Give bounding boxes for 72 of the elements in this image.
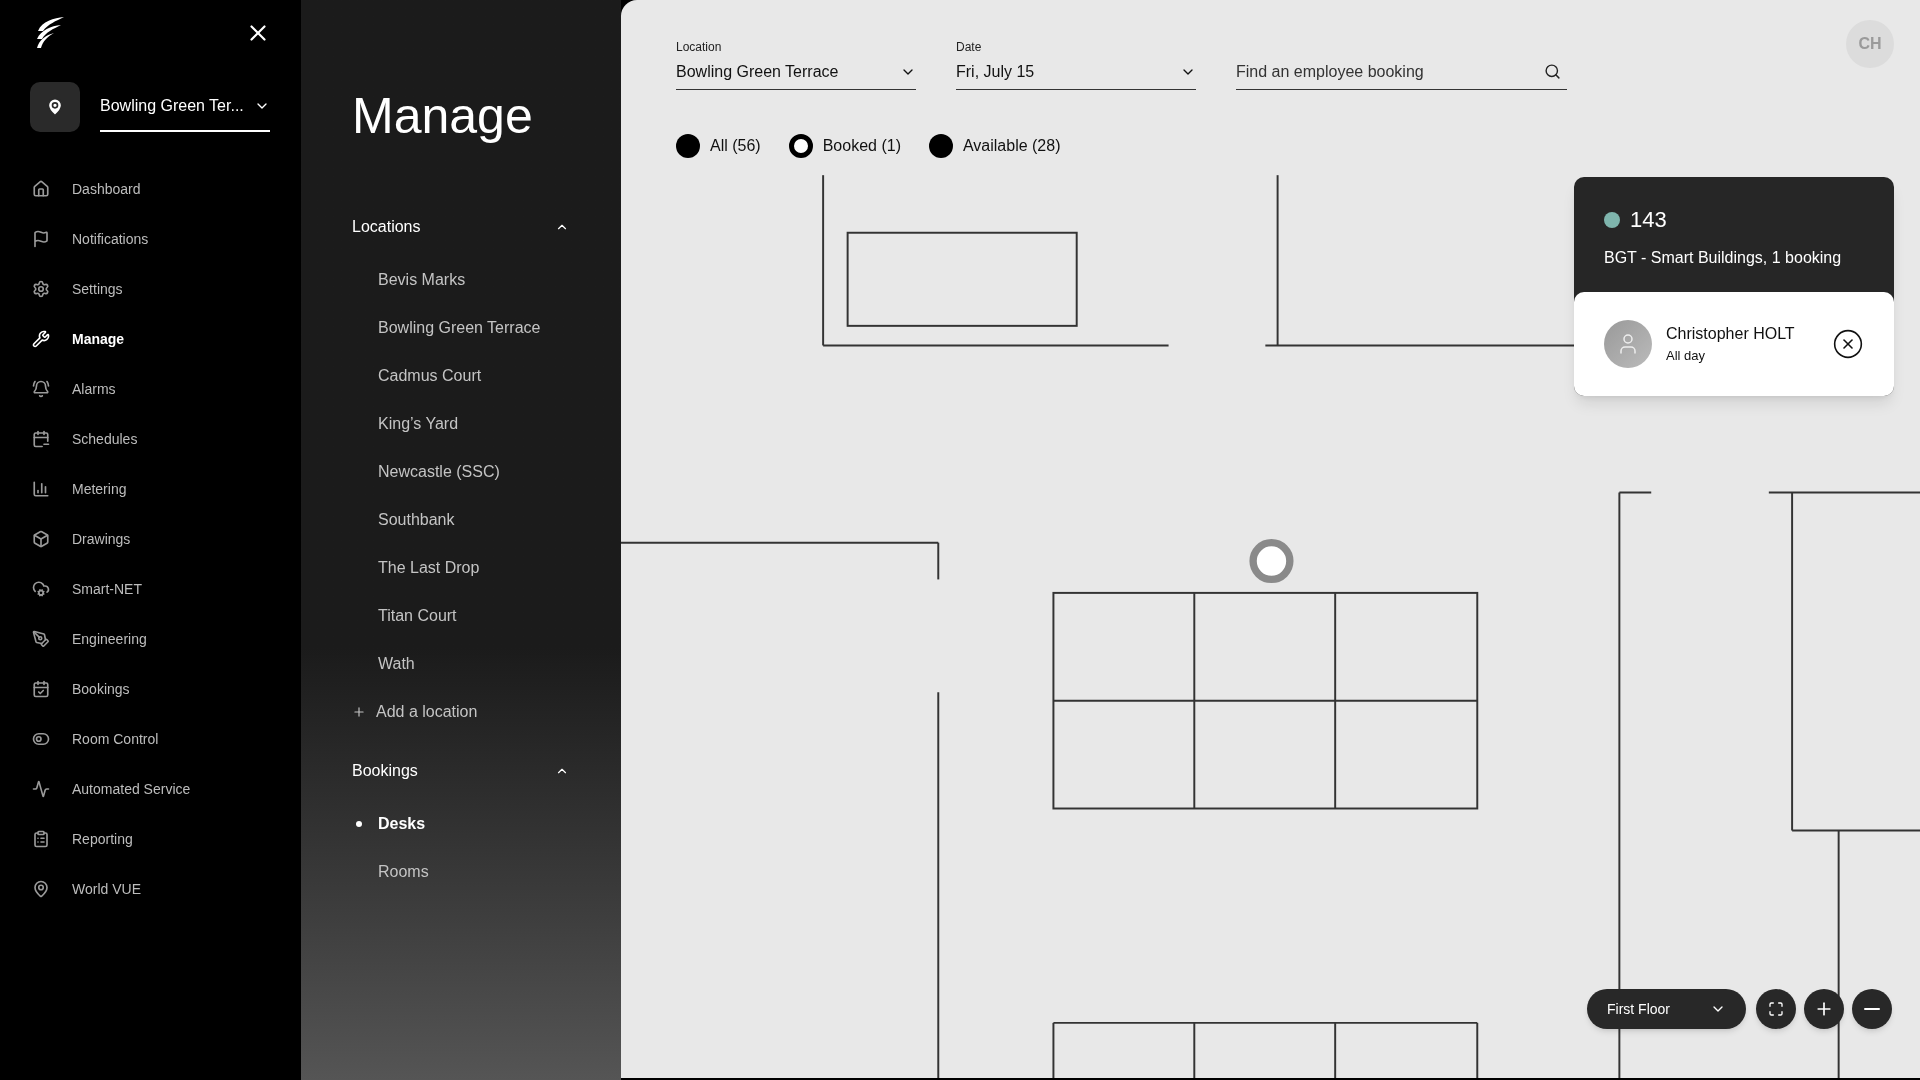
submenu-item[interactable]: Cadmus Court (352, 352, 569, 400)
booking-time: All day (1666, 347, 1707, 366)
nav-item[interactable]: Automated Service (0, 764, 301, 814)
toggle-icon (32, 730, 50, 748)
calendar-icon (32, 680, 50, 698)
pen-icon (32, 630, 50, 648)
page-title: Manage (352, 87, 534, 146)
zoom-in-button[interactable] (1804, 989, 1844, 1029)
bell-icon (32, 380, 50, 398)
submenu-item[interactable]: Desks (352, 800, 569, 848)
zoom-out-button[interactable] (1852, 989, 1892, 1029)
nav-item[interactable]: Bookings (0, 664, 301, 714)
nav-item[interactable]: Metering (0, 464, 301, 514)
submenu-item[interactable]: The Last Drop (352, 544, 569, 592)
filter-option[interactable]: Available (28) (928, 134, 1061, 158)
submenu-item[interactable]: Titan Court (352, 592, 569, 640)
floor-select[interactable]: First Floor (1587, 989, 1746, 1029)
booking-name: Christopher HOLT (1666, 324, 1796, 345)
submenu-item[interactable]: Bowling Green Terrace (352, 304, 569, 352)
desk-subtitle: BGT - Smart Buildings, 1 booking (1604, 248, 1843, 268)
plus-icon (352, 705, 366, 719)
close-button[interactable] (1832, 328, 1864, 360)
section-header[interactable]: Bookings (352, 756, 569, 786)
close-icon (1832, 328, 1864, 360)
map-pin-icon (32, 880, 50, 898)
minus-icon (1864, 1008, 1880, 1010)
nav-item[interactable]: World VUE (0, 864, 301, 914)
filter-option[interactable]: All (56) (676, 134, 761, 158)
fullscreen-icon (1768, 1001, 1784, 1017)
clipboard-icon (32, 830, 50, 848)
search-icon (1544, 63, 1561, 80)
nav-item[interactable]: Drawings (0, 514, 301, 564)
location-select[interactable]: Bowling Green Terrace (676, 54, 916, 90)
nav-item[interactable]: Notifications (0, 214, 301, 264)
fullscreen-button[interactable] (1756, 989, 1796, 1029)
section-header[interactable]: Locations (352, 212, 569, 242)
desk-marker[interactable] (1249, 539, 1294, 584)
nav-item[interactable]: Settings (0, 264, 301, 314)
calendar-icon (32, 430, 50, 448)
home-icon (32, 180, 50, 198)
settings-icon (32, 280, 50, 298)
nav-item[interactable]: Dashboard (0, 164, 301, 214)
activity-icon (32, 780, 50, 798)
cube-icon (32, 530, 50, 548)
location-dropdown[interactable]: Bowling Green Ter... (100, 82, 270, 132)
wrench-icon (32, 330, 50, 348)
add-location-link[interactable]: Add a location (352, 688, 569, 736)
nav-item[interactable]: Manage (0, 314, 301, 364)
nav-item[interactable]: Reporting (0, 814, 301, 864)
submenu-item[interactable]: King’s Yard (352, 400, 569, 448)
submenu-item[interactable]: Southbank (352, 496, 569, 544)
bar-chart-icon (32, 480, 50, 498)
filter-option[interactable]: Booked (1) (788, 134, 901, 158)
bullet-icon (356, 821, 362, 827)
field-label: Date (956, 39, 983, 54)
submenu-item[interactable]: Wath (352, 640, 569, 688)
submenu-item[interactable]: Rooms (352, 848, 569, 896)
search-field[interactable]: Find an employee booking (1236, 54, 1567, 90)
nav-item[interactable]: Schedules (0, 414, 301, 464)
avatar-icon (1604, 320, 1652, 368)
nav-item[interactable]: Smart-NET (0, 564, 301, 614)
flag-icon (32, 230, 50, 248)
cloud-icon (32, 580, 50, 598)
field-label: Location (676, 39, 723, 54)
logo-icon (34, 17, 64, 49)
submenu-item[interactable]: Newcastle (SSC) (352, 448, 569, 496)
nav-item[interactable]: Engineering (0, 614, 301, 664)
date-select[interactable]: Fri, July 15 (956, 54, 1196, 90)
submenu-item[interactable]: Bevis Marks (352, 256, 569, 304)
desk-number: 143 (1630, 206, 1667, 234)
nav-item[interactable]: Alarms (0, 364, 301, 414)
nav-item[interactable]: Room Control (0, 714, 301, 764)
